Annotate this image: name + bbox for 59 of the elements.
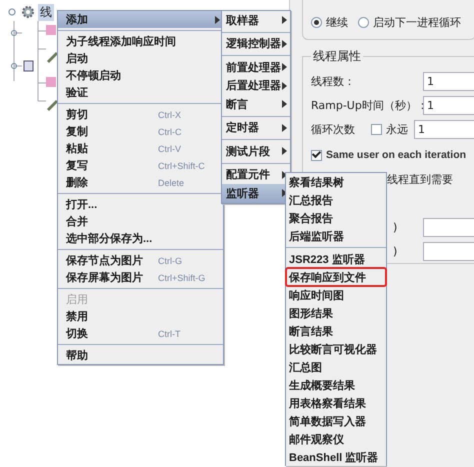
menu-item-label: 聚合报告 bbox=[289, 212, 334, 226]
menu-item-label: 用表格察看结果 bbox=[289, 396, 367, 410]
menu-item-label: 添加 bbox=[66, 12, 89, 27]
menu-item-label: 禁用 bbox=[66, 310, 89, 324]
menu-item-label: 启动 bbox=[66, 52, 89, 66]
menu-item-label: 验证 bbox=[66, 86, 89, 100]
menu-item-label: 复写 bbox=[66, 159, 89, 173]
menu-item-label: 取样器 bbox=[226, 14, 260, 28]
option-label: 线程直到需要 bbox=[387, 172, 453, 186]
menu-item-label: 复制 bbox=[66, 124, 89, 139]
field-label: ) bbox=[393, 220, 398, 234]
shortcut-text: Delete bbox=[158, 178, 186, 188]
field-label: 循环次数 bbox=[311, 122, 356, 136]
menu-item-label: 测试片段 bbox=[226, 144, 271, 159]
menu-item-label: 剪切 bbox=[66, 108, 89, 122]
menu-item-label: 简单数据写入器 bbox=[289, 414, 367, 428]
menu-item-label: 删除 bbox=[66, 176, 89, 190]
menu-item-label: 帮助 bbox=[66, 348, 89, 363]
field-label: 线程数： bbox=[311, 74, 356, 88]
menu-item-label: 断言 bbox=[226, 98, 249, 112]
menu-item-label: 监听器 bbox=[226, 186, 260, 201]
menu-item-label: 保存屏幕为图片 bbox=[66, 270, 144, 285]
menu-item-label: 汇总图 bbox=[289, 360, 323, 374]
menu-item-label: 合并 bbox=[66, 214, 89, 229]
menu-item-label: 生成概要结果 bbox=[289, 378, 356, 392]
shortcut-text: Ctrl+Shift-C bbox=[158, 160, 206, 170]
menu-item-label: 为子线程添加响应时间 bbox=[66, 34, 177, 49]
menu-item-label: 察看结果树 bbox=[289, 176, 345, 190]
menu-item-label: 不停顿启动 bbox=[66, 68, 122, 83]
group-title: 线程属性 bbox=[312, 48, 362, 65]
menu-item-label: 切换 bbox=[66, 326, 89, 341]
menu-item-label: 定时器 bbox=[226, 120, 260, 136]
menu-item-label: 配置元件 bbox=[226, 168, 271, 182]
menu-item-label: 响应时间图 bbox=[289, 288, 345, 302]
menu-item-label: 断言结果 bbox=[289, 324, 334, 338]
menu-item-label: 汇总报告 bbox=[289, 194, 334, 208]
menu-item-label: 邮件观察仪 bbox=[289, 432, 345, 446]
shortcut-text: Ctrl-G bbox=[158, 256, 183, 266]
shortcut-text: Ctrl-C bbox=[158, 126, 182, 136]
menu-item-label: 前置处理器 bbox=[226, 60, 282, 75]
menu-item-label: 图形结果 bbox=[289, 306, 334, 320]
menu-item-label: 逻辑控制器 bbox=[226, 36, 282, 52]
field-label: Ramp-Up时间（秒）： bbox=[311, 98, 423, 112]
shortcut-text: Ctrl-T bbox=[158, 328, 182, 338]
menu-item-label: 粘贴 bbox=[66, 142, 89, 156]
shortcut-text: Ctrl-V bbox=[158, 144, 182, 154]
menu-item-label: 保存节点为图片 bbox=[66, 254, 144, 268]
menu-item-label: 保存响应到文件 bbox=[289, 270, 367, 284]
menu-item-label: JSR223 监听器 bbox=[289, 252, 366, 266]
menu-item-label: 后置处理器 bbox=[226, 78, 282, 94]
menu-item-label: 打开... bbox=[66, 198, 98, 212]
shortcut-text: Ctrl+Shift-G bbox=[158, 272, 206, 282]
menu-item-label: 比较断言可视化器 bbox=[289, 342, 378, 356]
shortcut-text: Ctrl-X bbox=[158, 110, 182, 120]
menu-item-label: BeanShell 监听器 bbox=[289, 450, 380, 464]
menu-item-label: 启用 bbox=[66, 292, 89, 307]
menu-item-label: 后端监听器 bbox=[289, 230, 345, 244]
menu-item-label: 选中部分保存为... bbox=[66, 232, 154, 246]
field-label: ) bbox=[393, 244, 398, 258]
